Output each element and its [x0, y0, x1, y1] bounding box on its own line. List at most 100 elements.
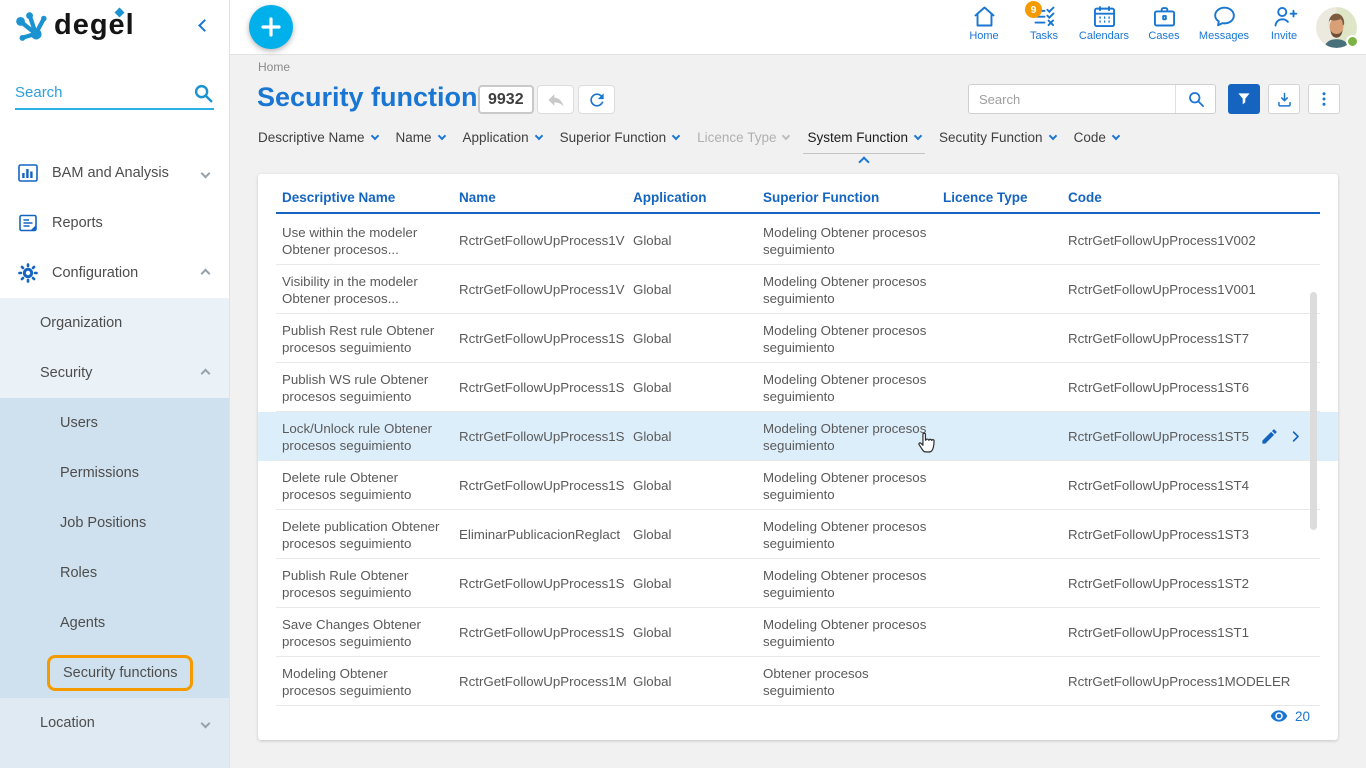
refresh-icon: [587, 90, 607, 110]
topbar-label: Calendars: [1079, 30, 1129, 42]
chevron-down-icon: [437, 132, 445, 140]
sidebar-item-configuration[interactable]: Configuration: [0, 248, 229, 298]
download-button[interactable]: [1268, 84, 1300, 114]
gear-icon: [16, 261, 40, 285]
table-row[interactable]: Publish Rule Obtener procesos seguimient…: [258, 559, 1338, 608]
chevron-down-icon: [201, 718, 211, 728]
column-filter-row: Descriptive Name Name Application Superi…: [258, 130, 1119, 145]
topbar-item-messages[interactable]: Messages: [1194, 3, 1254, 42]
chevron-right-icon[interactable]: [1288, 429, 1303, 444]
report-icon: [16, 211, 40, 235]
undo-button[interactable]: [537, 85, 574, 114]
sidebar-item-organization[interactable]: Organization: [0, 298, 229, 348]
topbar-nav: Home 9 Tasks: [954, 3, 1314, 42]
sidebar-clipped-item: [0, 748, 229, 768]
filter-system-function[interactable]: System Function: [807, 130, 921, 145]
table-search-button[interactable]: [1175, 85, 1215, 113]
topbar-label: Invite: [1271, 30, 1297, 42]
filter-superior-function[interactable]: Superior Function: [560, 130, 680, 145]
table-body: Use within the modeler Obtener procesos.…: [258, 216, 1338, 706]
table-row[interactable]: Delete publication Obtener procesos segu…: [258, 510, 1338, 559]
filter-application[interactable]: Application: [463, 130, 542, 145]
breadcrumb[interactable]: Home: [258, 60, 290, 74]
column-header[interactable]: Application: [633, 190, 763, 205]
sidebar-item-location[interactable]: Location: [0, 698, 229, 748]
nav-label: Organization: [40, 315, 122, 331]
sidebar-item-permissions[interactable]: Permissions: [0, 448, 229, 498]
add-new-button[interactable]: [249, 5, 293, 49]
table-search-input[interactable]: [969, 92, 1175, 107]
nav-label: Permissions: [60, 465, 139, 481]
bar-chart-icon: [16, 161, 40, 185]
topbar-label: Cases: [1148, 30, 1179, 42]
refresh-button[interactable]: [578, 85, 615, 114]
sidebar-nav: BAM and Analysis Reports: [0, 148, 229, 768]
chevron-down-icon: [1112, 132, 1120, 140]
user-avatar[interactable]: [1316, 7, 1357, 48]
table-row[interactable]: Use within the modeler Obtener procesos.…: [258, 216, 1338, 265]
sidebar-item-reports[interactable]: Reports: [0, 198, 229, 248]
topbar-item-home[interactable]: Home: [954, 3, 1014, 42]
column-header[interactable]: Name: [459, 190, 633, 205]
edit-pencil-icon[interactable]: [1260, 427, 1279, 446]
home-icon: [971, 3, 998, 30]
column-header[interactable]: Code: [1068, 190, 1320, 205]
filter-code[interactable]: Code: [1074, 130, 1119, 145]
chevron-down-icon: [914, 132, 922, 140]
filter-funnel-icon: [1235, 90, 1253, 108]
chevron-down-icon: [1048, 132, 1056, 140]
filter-secutity-function[interactable]: Secutity Function: [939, 130, 1056, 145]
column-header[interactable]: Descriptive Name: [282, 190, 459, 205]
chevron-down-icon: [782, 132, 790, 140]
sidebar-search-input[interactable]: [15, 80, 185, 105]
degel-splat-icon: [12, 8, 50, 48]
table-row[interactable]: Save Changes Obtener procesos seguimient…: [258, 608, 1338, 657]
sidebar-item-roles[interactable]: Roles: [0, 548, 229, 598]
table-row[interactable]: Publish WS rule Obtener procesos seguimi…: [258, 363, 1338, 412]
sidebar-item-job-positions[interactable]: Job Positions: [0, 498, 229, 548]
filter-name[interactable]: Name: [396, 130, 445, 145]
chevron-down-icon: [672, 132, 680, 140]
nav-label: BAM and Analysis: [52, 165, 169, 181]
table-scrollbar-thumb[interactable]: [1310, 292, 1317, 530]
more-options-button[interactable]: [1308, 84, 1340, 114]
filter-descriptive-name[interactable]: Descriptive Name: [258, 130, 378, 145]
sidebar-search: [15, 80, 214, 110]
sidebar-item-users[interactable]: Users: [0, 398, 229, 448]
briefcase-icon: [1151, 3, 1178, 30]
nav-label: Security functions: [63, 665, 177, 681]
filter-button[interactable]: [1228, 84, 1260, 114]
nav-label: Job Positions: [60, 515, 146, 531]
nav-label: Users: [60, 415, 98, 431]
tasks-badge: 9: [1025, 1, 1042, 18]
topbar-item-calendars[interactable]: Calendars: [1074, 3, 1134, 42]
table-row[interactable]: Modeling Obtener procesos seguimiento Rc…: [258, 657, 1338, 706]
collapse-filter-panel-icon[interactable]: [859, 156, 870, 167]
column-header[interactable]: Superior Function: [763, 190, 943, 205]
visible-rows-control[interactable]: 20: [1270, 707, 1310, 725]
sidebar-item-security[interactable]: Security: [0, 348, 229, 398]
table-row[interactable]: Publish Rest rule Obtener procesos segui…: [258, 314, 1338, 363]
online-status-dot: [1346, 35, 1359, 48]
person-add-icon: [1271, 3, 1298, 30]
nav-label: Reports: [52, 215, 103, 231]
topbar-item-tasks[interactable]: 9 Tasks: [1014, 3, 1074, 42]
eye-icon: [1270, 707, 1288, 725]
table-row-selected[interactable]: Lock/Unlock rule Obtener procesos seguim…: [258, 412, 1338, 461]
table-row[interactable]: Visibility in the modeler Obtener proces…: [258, 265, 1338, 314]
filter-licence-type[interactable]: Licence Type: [697, 130, 789, 145]
topbar-label: Messages: [1199, 30, 1249, 42]
sidebar-item-security-functions[interactable]: Security functions: [0, 648, 229, 698]
table-row[interactable]: Delete rule Obtener procesos seguimiento…: [258, 461, 1338, 510]
column-header[interactable]: Licence Type: [943, 190, 1068, 205]
sidebar-item-bam-and-analysis[interactable]: BAM and Analysis: [0, 148, 229, 198]
sidebar-item-agents[interactable]: Agents: [0, 598, 229, 648]
visible-rows-count: 20: [1295, 709, 1310, 724]
search-icon[interactable]: [192, 82, 214, 104]
chevron-up-icon: [201, 268, 211, 278]
topbar-item-invite[interactable]: Invite: [1254, 3, 1314, 42]
sidebar-collapse-icon[interactable]: [198, 19, 211, 32]
chat-bubble-icon: [1211, 3, 1238, 30]
topbar-item-cases[interactable]: Cases: [1134, 3, 1194, 42]
plus-icon: [260, 16, 282, 38]
